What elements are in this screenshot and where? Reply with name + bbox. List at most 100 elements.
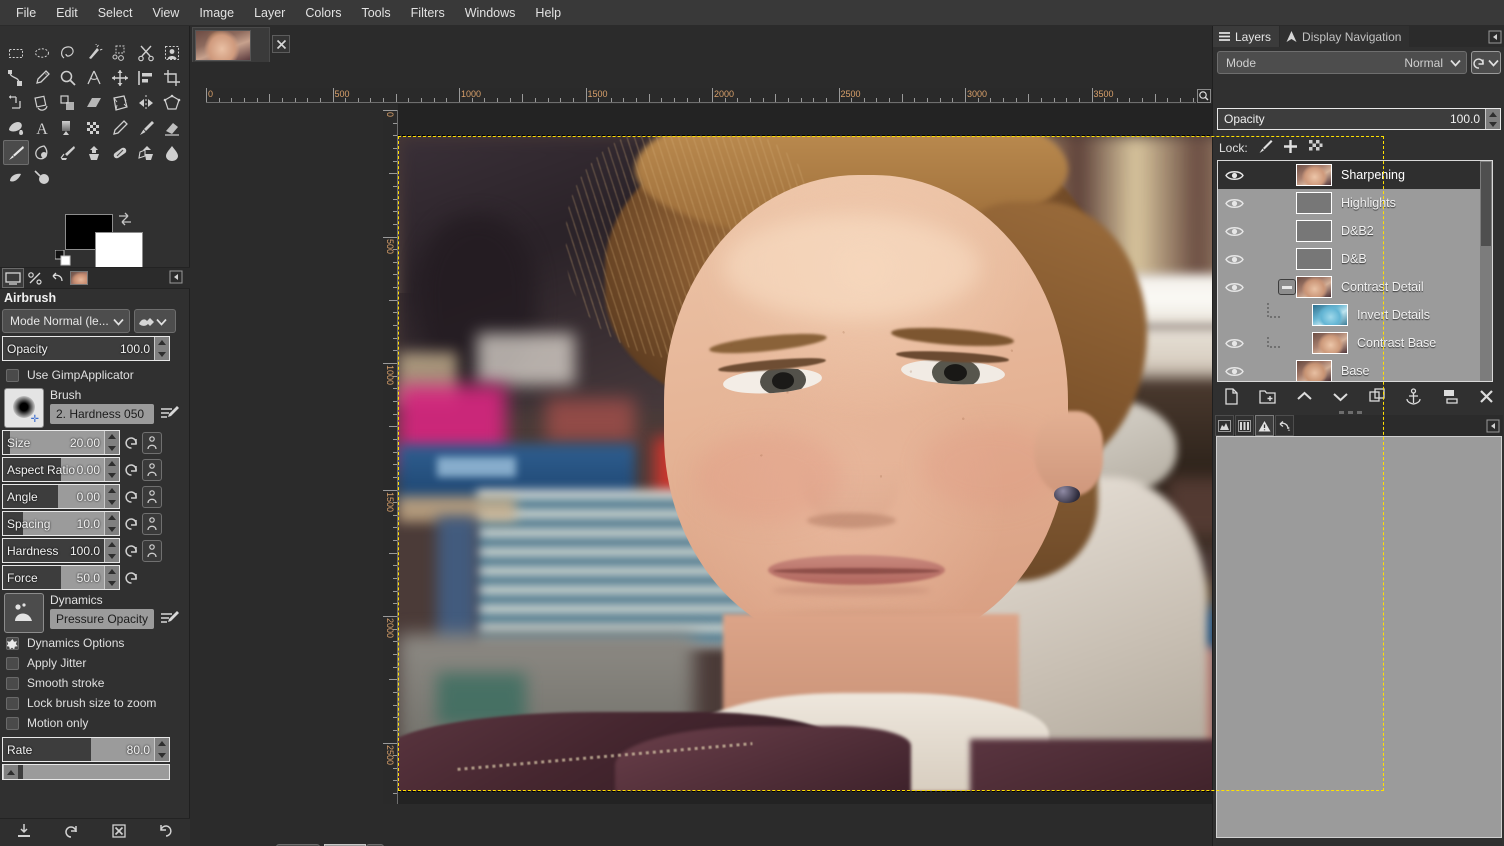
menu-help[interactable]: Help — [525, 2, 571, 24]
force-slider[interactable]: Force 50.0 — [2, 565, 120, 590]
undo-history-tab[interactable]: 1 — [1275, 415, 1294, 436]
perspective-tool[interactable] — [107, 90, 133, 115]
dynamics-options-expander[interactable]: Dynamics Options — [0, 633, 190, 653]
layer-visibility-icon[interactable] — [1218, 197, 1250, 210]
channels-tab[interactable] — [1235, 415, 1254, 436]
text-tool[interactable]: A — [29, 115, 55, 140]
restore-tool-preset-button[interactable] — [63, 823, 79, 842]
layer-row-dnb[interactable]: D&B — [1218, 245, 1492, 273]
layer-row-contrast-base[interactable]: Contrast Base — [1218, 329, 1492, 357]
layer-row-dnb2[interactable]: D&B2 — [1218, 217, 1492, 245]
rect-select-tool[interactable] — [3, 40, 29, 65]
eraser-tool[interactable] — [159, 115, 185, 140]
delete-layer-button[interactable] — [1478, 388, 1495, 408]
aspect-ratio-reset-icon[interactable] — [120, 458, 142, 482]
force-reset-icon[interactable] — [120, 566, 142, 590]
lock-position-icon[interactable] — [1283, 139, 1298, 157]
flow-spinner[interactable] — [3, 765, 18, 779]
layers-scrollbar[interactable] — [1480, 161, 1492, 381]
lower-dock-menu-icon[interactable] — [1483, 415, 1503, 436]
tool-options-tab-icon[interactable] — [2, 268, 24, 288]
rate-slider[interactable]: Rate 80.0 — [2, 737, 170, 762]
hardness-reset-icon[interactable] — [120, 539, 142, 563]
swap-colors-icon[interactable] — [117, 212, 133, 226]
size-slider[interactable]: Size 20.00 — [2, 430, 120, 455]
hardness-dynamics-link-icon[interactable] — [142, 540, 162, 562]
angle-reset-icon[interactable] — [120, 485, 142, 509]
lock-pixels-icon[interactable] — [1258, 139, 1273, 157]
menu-filters[interactable]: Filters — [401, 2, 455, 24]
layer-visibility-icon[interactable] — [1218, 253, 1250, 266]
ellipse-select-tool[interactable] — [29, 40, 55, 65]
image-thumbnail-tab-icon[interactable] — [68, 268, 90, 288]
layer-row-contrast-detail[interactable]: Contrast Detail — [1218, 273, 1492, 301]
opacity-spinner[interactable] — [154, 337, 169, 360]
color-picker-tool[interactable] — [29, 65, 55, 90]
free-select-tool[interactable] — [55, 40, 81, 65]
merge-down-button[interactable] — [1442, 388, 1459, 408]
flip-tool[interactable] — [133, 90, 159, 115]
size-dynamics-link-icon[interactable] — [142, 432, 162, 454]
layer-row-highlights[interactable]: Highlights — [1218, 189, 1492, 217]
default-colors-icon[interactable] — [55, 250, 71, 266]
paintbrush-tool[interactable] — [133, 115, 159, 140]
rate-spinner[interactable] — [154, 738, 169, 761]
move-tool[interactable] — [107, 65, 133, 90]
angle-slider[interactable]: Angle 0.00 — [2, 484, 120, 509]
angle-spinner[interactable] — [104, 485, 119, 508]
dodge-burn-tool[interactable] — [29, 165, 55, 190]
dynamics-preview[interactable] — [4, 593, 44, 633]
spacing-dynamics-link-icon[interactable] — [142, 513, 162, 535]
smooth-stroke-checkbox[interactable]: Smooth stroke — [0, 673, 190, 693]
vertical-ruler[interactable]: 05001000150020002500 — [383, 110, 398, 804]
gradient-tool[interactable] — [55, 115, 81, 140]
lower-layer-button[interactable] — [1332, 388, 1349, 408]
motion-only-checkbox[interactable]: Motion only — [0, 713, 190, 733]
hardness-spinner[interactable] — [104, 539, 119, 562]
lock-brush-size-checkbox[interactable]: Lock brush size to zoom — [0, 693, 190, 713]
aspect-ratio-slider[interactable]: Aspect Ratio 0.00 — [2, 457, 120, 482]
device-status-tab-icon[interactable] — [24, 268, 46, 288]
smudge-tool[interactable] — [159, 140, 185, 165]
size-spinner[interactable] — [104, 431, 119, 454]
menu-edit[interactable]: Edit — [46, 2, 88, 24]
zoom-image-window-button[interactable] — [1196, 88, 1212, 104]
cage-transform-tool[interactable] — [159, 90, 185, 115]
layer-visibility-icon[interactable] — [1218, 225, 1250, 238]
tab-menu-icon[interactable] — [169, 270, 185, 286]
tab-display-navigation[interactable]: Display Navigation — [1280, 26, 1410, 47]
layer-mode-combo[interactable]: Mode Normal — [1217, 51, 1467, 74]
brush-name[interactable]: 2. Hardness 050 — [50, 404, 154, 424]
angle-dynamics-link-icon[interactable] — [142, 486, 162, 508]
layers-list[interactable]: Sharpening Highlights D&B2 — [1217, 160, 1493, 382]
layer-row-sharpening[interactable]: Sharpening — [1218, 161, 1492, 189]
paths-tool[interactable] — [3, 65, 29, 90]
bucket-fill-tool[interactable] — [3, 115, 29, 140]
layer-opacity-slider[interactable]: Opacity 100.0 — [1217, 108, 1501, 130]
delete-tool-preset-button[interactable] — [111, 823, 127, 842]
edit-brush-icon[interactable] — [160, 405, 180, 423]
layer-mode-reset-button[interactable] — [1471, 51, 1501, 74]
image-tab[interactable] — [192, 27, 270, 62]
layer-visibility-icon[interactable] — [1218, 365, 1250, 378]
size-reset-icon[interactable] — [120, 431, 142, 455]
use-gimp-applicator-checkbox[interactable]: Use GimpApplicator — [0, 365, 190, 385]
brush-preview[interactable]: ✛ — [4, 388, 44, 428]
reset-tool-options-button[interactable] — [158, 823, 174, 842]
scissors-select-tool[interactable] — [133, 40, 159, 65]
fuzzy-select-tool[interactable] — [81, 40, 107, 65]
error-console-panel[interactable] — [1216, 436, 1502, 838]
layer-opacity-spinner[interactable] — [1485, 109, 1500, 129]
measure-tool[interactable] — [81, 65, 107, 90]
lock-alpha-icon[interactable] — [1308, 139, 1323, 157]
menu-select[interactable]: Select — [88, 2, 143, 24]
menu-tools[interactable]: Tools — [351, 2, 400, 24]
spacing-slider[interactable]: Spacing 10.0 — [2, 511, 120, 536]
clone-tool[interactable] — [81, 140, 107, 165]
menu-layer[interactable]: Layer — [244, 2, 295, 24]
layer-row-base[interactable]: Base — [1218, 357, 1492, 382]
mypaint-brush-tool[interactable] — [55, 140, 81, 165]
background-color-swatch[interactable] — [95, 232, 143, 268]
save-tool-preset-button[interactable] — [16, 823, 32, 842]
blur-sharpen-tool[interactable] — [3, 165, 29, 190]
